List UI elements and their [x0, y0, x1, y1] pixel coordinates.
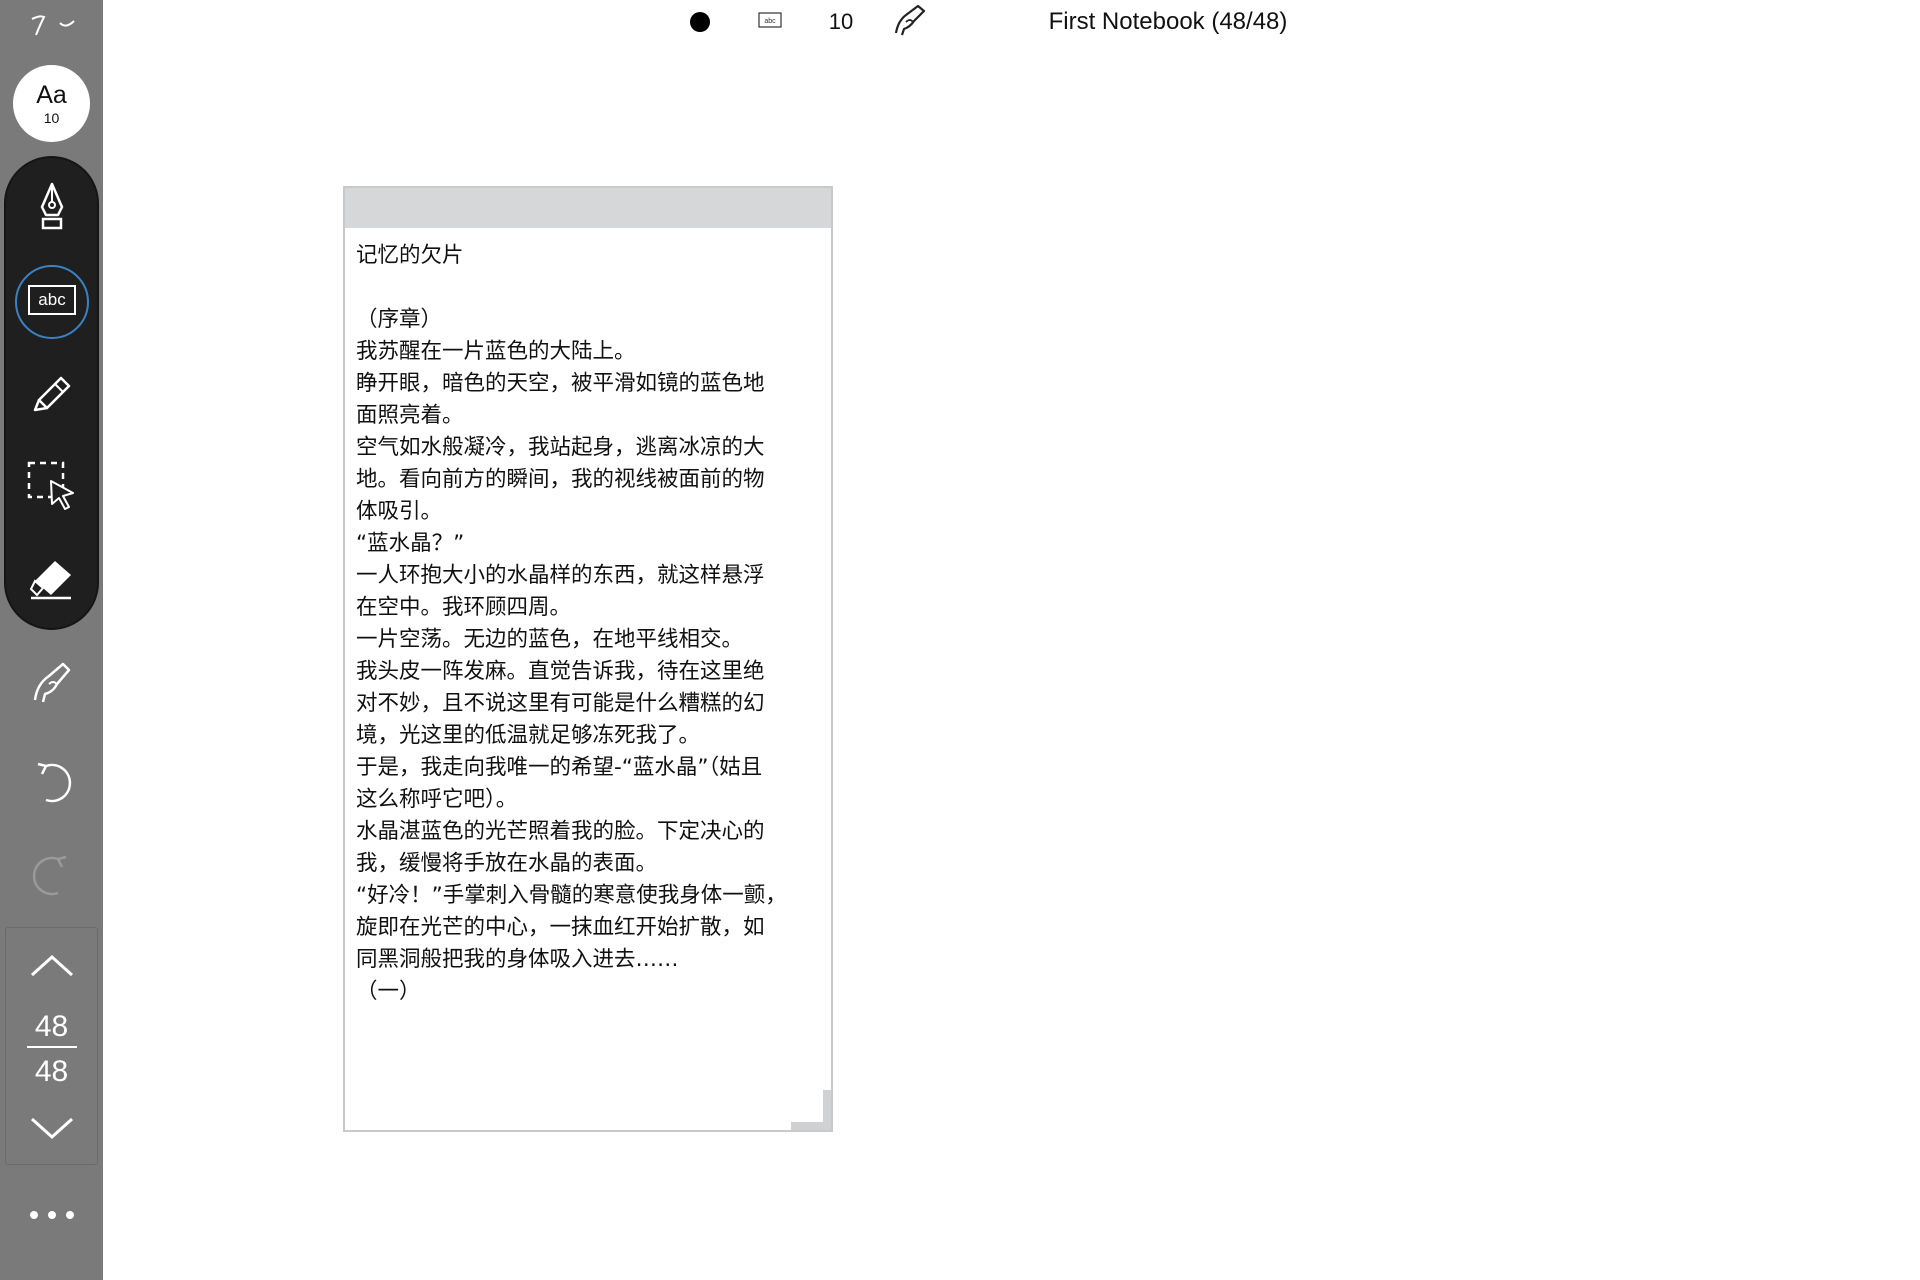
text-line: “蓝水晶？” — [356, 531, 465, 556]
text-line: 同黑洞般把我的身体吸入进去…… — [356, 947, 679, 972]
text-line: 境，光这里的低温就足够冻死我了。 — [356, 723, 701, 748]
more-button[interactable] — [0, 1192, 103, 1238]
page-down-button[interactable] — [6, 1102, 97, 1158]
text-line: 体吸引。 — [356, 499, 443, 524]
text-tool-selection-ring: abc — [14, 265, 89, 339]
text-line: 对不妙，且不说这里有可能是什么糟糕的幻 — [356, 691, 765, 716]
text-line: 水晶湛蓝色的光芒照着我的脸。下定决心的 — [356, 819, 765, 844]
chevron-up-icon — [28, 953, 76, 983]
current-tool-label: abc — [764, 18, 776, 25]
text-box-icon: abc — [27, 284, 77, 320]
font-size-label: Aa — [36, 80, 67, 109]
text-line: 我头皮一阵发麻。直觉告诉我，待在这里绝 — [356, 659, 765, 684]
gesture-button[interactable] — [0, 645, 103, 725]
text-line: 这么称呼它吧）。 — [356, 787, 518, 812]
top-bar: abc 10 First Notebook (48/48) — [103, 0, 1920, 44]
lasso-select-tool[interactable] — [6, 443, 97, 533]
eraser-icon — [27, 557, 77, 605]
text-line: 空气如水般凝冷，我站起身，逃离冰凉的大 — [356, 435, 765, 460]
hand-pen-icon — [27, 658, 77, 712]
notebook-title[interactable]: First Notebook (48/48) — [1003, 0, 1333, 44]
page-divider — [27, 1046, 77, 1048]
text-box-content[interactable]: 记忆的欠片 （序章） 我苏醒在一片蓝色的大陆上。睁开眼，暗色的天空，被平滑如镜的蓝色… — [356, 240, 816, 1008]
current-tool-button[interactable]: abc — [750, 0, 790, 44]
font-size-value: 10 — [43, 109, 60, 126]
more-icon — [29, 1211, 38, 1219]
highlighter-tool[interactable] — [6, 350, 97, 440]
text-line: “好冷！”手掌刺入骨髓的寒意使我身体一颤， — [356, 883, 787, 908]
text-line: 一片空荡。无边的蓝色，在地平线相交。 — [356, 627, 744, 652]
text-line: 一人环抱大小的水晶样的东西，就这样悬浮 — [356, 563, 765, 588]
redo-button[interactable] — [0, 838, 103, 918]
text-box[interactable]: 记忆的欠片 （序章） 我苏醒在一片蓝色的大陆上。睁开眼，暗色的天空，被平滑如镜的蓝色… — [343, 186, 833, 1132]
text-line: 睁开眼，暗色的天空，被平滑如镜的蓝色地 — [356, 371, 765, 396]
highlighter-icon — [27, 368, 77, 422]
chevron-down-icon — [28, 1115, 76, 1145]
text-box-drag-bar[interactable] — [345, 188, 831, 228]
gesture-toggle[interactable] — [886, 0, 934, 44]
color-swatch — [690, 12, 710, 32]
notebook-app: Aa 10 abc 48 48 abc 10 First Notebook (4… — [0, 0, 1920, 1280]
font-size-button[interactable]: Aa 10 — [13, 65, 90, 142]
tool-group: abc — [4, 156, 99, 630]
pen-tool[interactable] — [6, 164, 97, 254]
redo-icon — [32, 851, 72, 905]
text-line — [356, 272, 816, 304]
undo-icon — [32, 758, 72, 812]
page-up-button[interactable] — [6, 940, 97, 996]
pen-color-button[interactable] — [680, 0, 720, 44]
text-line: 于是，我走向我唯一的希望-“蓝水晶”（姑且 — [356, 755, 763, 780]
current-page: 48 — [34, 1010, 69, 1043]
total-pages: 48 — [34, 1055, 69, 1088]
text-line: （序章） — [356, 307, 443, 332]
more-icon-dot — [65, 1211, 74, 1219]
collapse-icon[interactable] — [0, 0, 103, 44]
page-navigator: 48 48 — [5, 927, 98, 1165]
notebook-title-text: First Notebook (48/48) — [1048, 8, 1288, 35]
size-button[interactable]: 10 — [816, 0, 866, 44]
text-box-icon: abc — [758, 12, 782, 32]
text-line: 在空中。我环顾四周。 — [356, 595, 572, 620]
text-line: 面照亮着。 — [356, 403, 464, 428]
text-line: 地。看向前方的瞬间，我的视线被面前的物 — [356, 467, 765, 492]
resize-handle[interactable] — [791, 1090, 831, 1130]
eraser-tool[interactable] — [6, 536, 97, 626]
text-line: 旋即在光芒的中心，一抹血红开始扩散，如 — [356, 915, 765, 940]
text-line: （一） — [356, 979, 421, 1004]
size-value: 10 — [828, 9, 854, 34]
text-line: 记忆的欠片 — [356, 243, 464, 268]
undo-button[interactable] — [0, 745, 103, 825]
more-icon-dot — [47, 1211, 56, 1219]
text-line: 我苏醒在一片蓝色的大陆上。 — [356, 339, 636, 364]
text-tool[interactable]: abc — [6, 257, 97, 347]
lasso-select-icon — [25, 459, 79, 517]
text-line: 我，缓慢将手放在水晶的表面。 — [356, 851, 658, 876]
fountain-pen-icon — [34, 181, 70, 237]
left-toolbar: Aa 10 abc 48 48 — [0, 0, 103, 1280]
text-tool-label: abc — [38, 290, 66, 309]
hand-pen-icon — [892, 3, 928, 41]
